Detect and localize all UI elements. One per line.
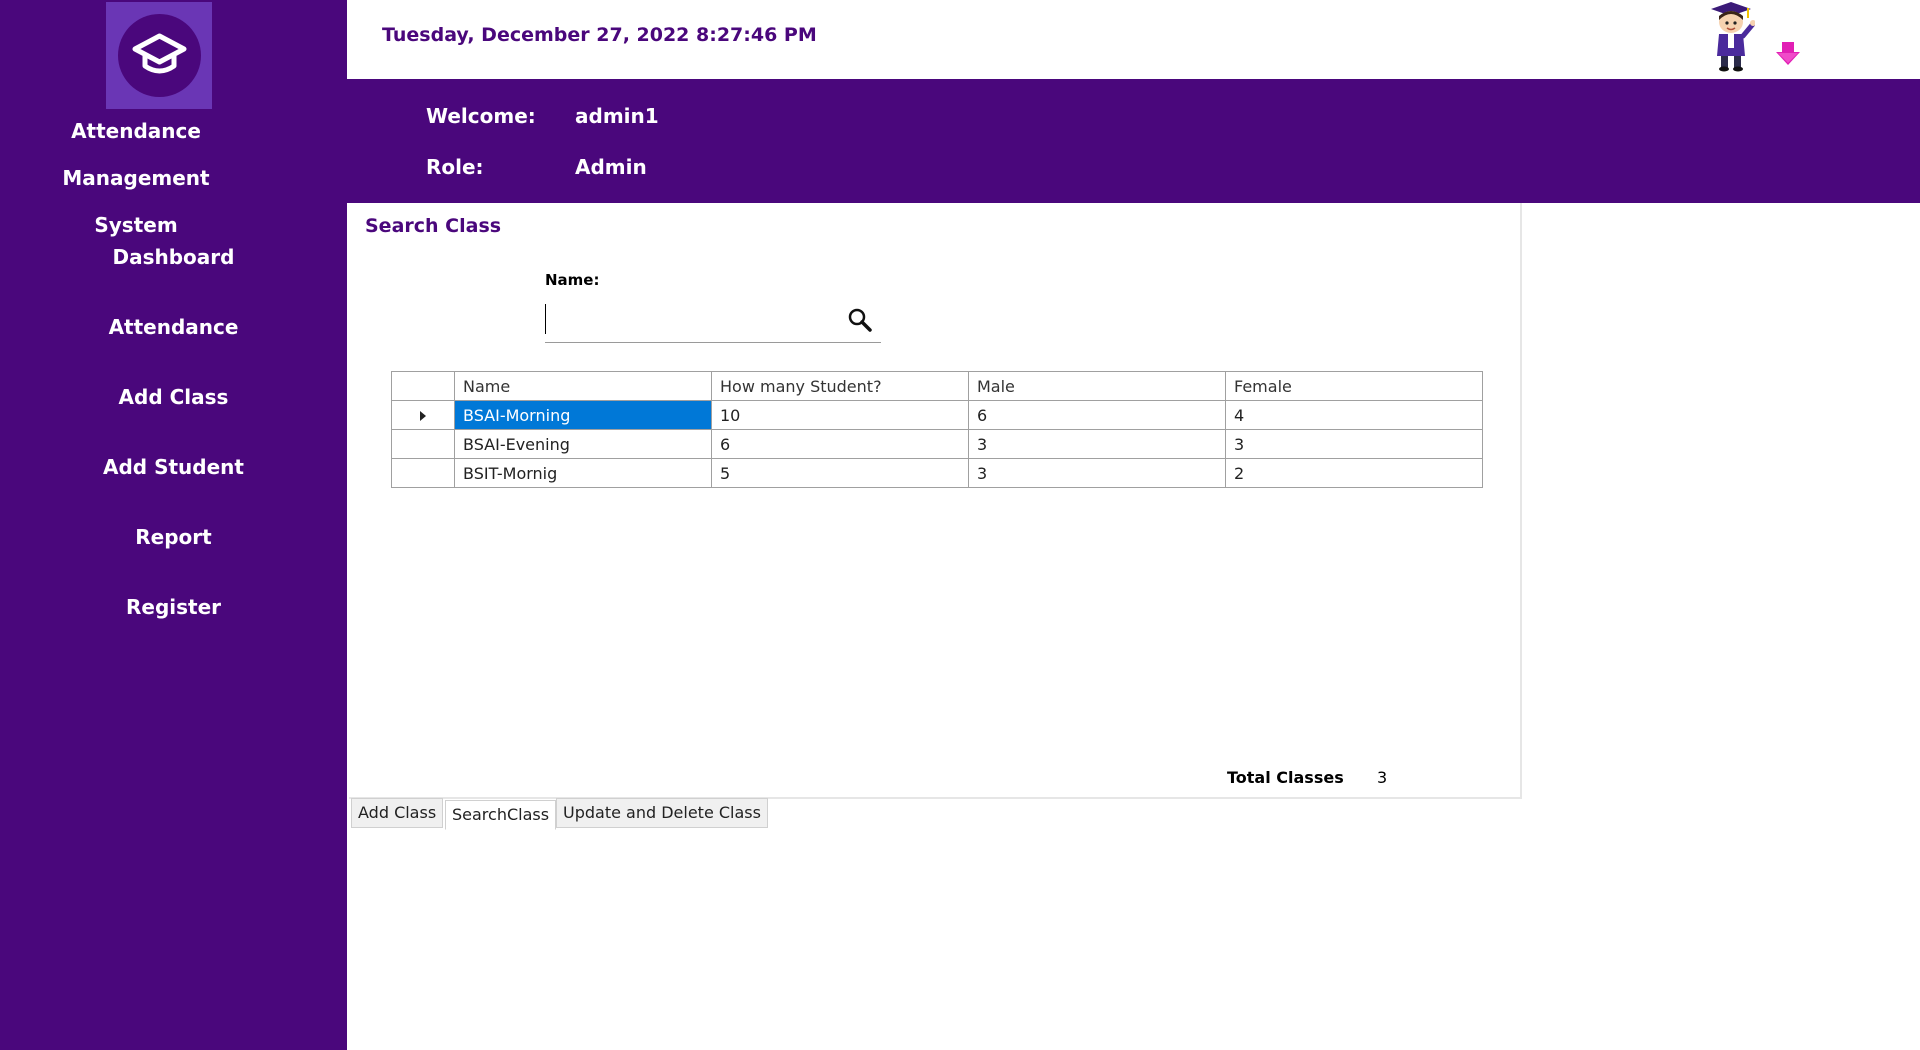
graduation-cap-icon — [132, 33, 187, 74]
sidebar: Attendance Management System Dashboard A… — [0, 0, 347, 1050]
cell-name[interactable]: BSIT-Mornig — [454, 458, 712, 488]
current-row-arrow-icon — [420, 410, 426, 421]
role-value: Admin — [575, 155, 647, 179]
tab-add-class[interactable]: Add Class — [351, 798, 444, 828]
tab-update-delete-class[interactable]: Update and Delete Class — [556, 798, 768, 828]
row-selector[interactable] — [391, 429, 455, 459]
cell-male[interactable]: 3 — [968, 429, 1226, 459]
row-selector-icon[interactable] — [391, 400, 455, 430]
nav-report[interactable]: Report — [0, 512, 347, 582]
cell-name[interactable]: BSAI-Morning — [454, 400, 712, 430]
nav-dashboard[interactable]: Dashboard — [0, 232, 347, 302]
column-header-name[interactable]: Name — [454, 371, 712, 401]
cell-male[interactable]: 6 — [968, 400, 1226, 430]
top-bar: Tuesday, December 27, 2022 8:27:46 PM — [347, 0, 1920, 79]
column-header-male[interactable]: Male — [968, 371, 1226, 401]
search-field-wrapper — [545, 300, 881, 343]
welcome-label: Welcome: — [426, 104, 536, 128]
welcome-bar: Welcome: admin1 Role: Admin — [347, 79, 1920, 203]
welcome-user: admin1 — [575, 104, 659, 128]
class-table: Name How many Student? Male Female BSAI-… — [391, 371, 1483, 488]
cell-count[interactable]: 10 — [711, 400, 969, 430]
column-header-count[interactable]: How many Student? — [711, 371, 969, 401]
graduate-mascot-icon — [1711, 2, 1755, 72]
app-title: Attendance Management System — [0, 108, 272, 249]
cell-female[interactable]: 3 — [1225, 429, 1483, 459]
nav-attendance[interactable]: Attendance — [0, 302, 347, 372]
table-header-row: Name How many Student? Male Female — [391, 371, 1483, 401]
search-class-panel: Search Class Name: Name How many Student… — [349, 203, 1522, 799]
total-classes-value: 3 — [1377, 768, 1388, 787]
search-input[interactable] — [545, 304, 840, 334]
search-icon[interactable] — [845, 305, 875, 335]
cell-count[interactable]: 5 — [711, 458, 969, 488]
cell-name[interactable]: BSAI-Evening — [454, 429, 712, 459]
table-row[interactable]: BSAI-Evening 6 3 3 — [391, 429, 1483, 459]
cell-female[interactable]: 2 — [1225, 458, 1483, 488]
name-label: Name: — [545, 271, 600, 289]
nav-add-student[interactable]: Add Student — [0, 442, 347, 512]
row-selector[interactable] — [391, 458, 455, 488]
total-classes-label: Total Classes — [1227, 768, 1344, 787]
table-row[interactable]: BSIT-Mornig 5 3 2 — [391, 458, 1483, 488]
column-header-female[interactable]: Female — [1225, 371, 1483, 401]
app-logo — [106, 2, 212, 109]
app-title-line1: Attendance Management — [62, 119, 210, 190]
sidebar-nav: Dashboard Attendance Add Class Add Stude… — [0, 232, 347, 652]
cell-count[interactable]: 6 — [711, 429, 969, 459]
tab-search-class[interactable]: SearchClass — [445, 800, 557, 830]
role-label: Role: — [426, 155, 484, 179]
logo-circle — [118, 14, 201, 97]
nav-add-class[interactable]: Add Class — [0, 372, 347, 442]
cell-male[interactable]: 3 — [968, 458, 1226, 488]
datetime-display: Tuesday, December 27, 2022 8:27:46 PM — [382, 24, 817, 46]
down-arrow-icon[interactable] — [1774, 40, 1802, 68]
table-row[interactable]: BSAI-Morning 10 6 4 — [391, 400, 1483, 430]
row-header-corner — [391, 371, 455, 401]
cell-female[interactable]: 4 — [1225, 400, 1483, 430]
nav-register[interactable]: Register — [0, 582, 347, 652]
panel-title: Search Class — [365, 215, 502, 237]
